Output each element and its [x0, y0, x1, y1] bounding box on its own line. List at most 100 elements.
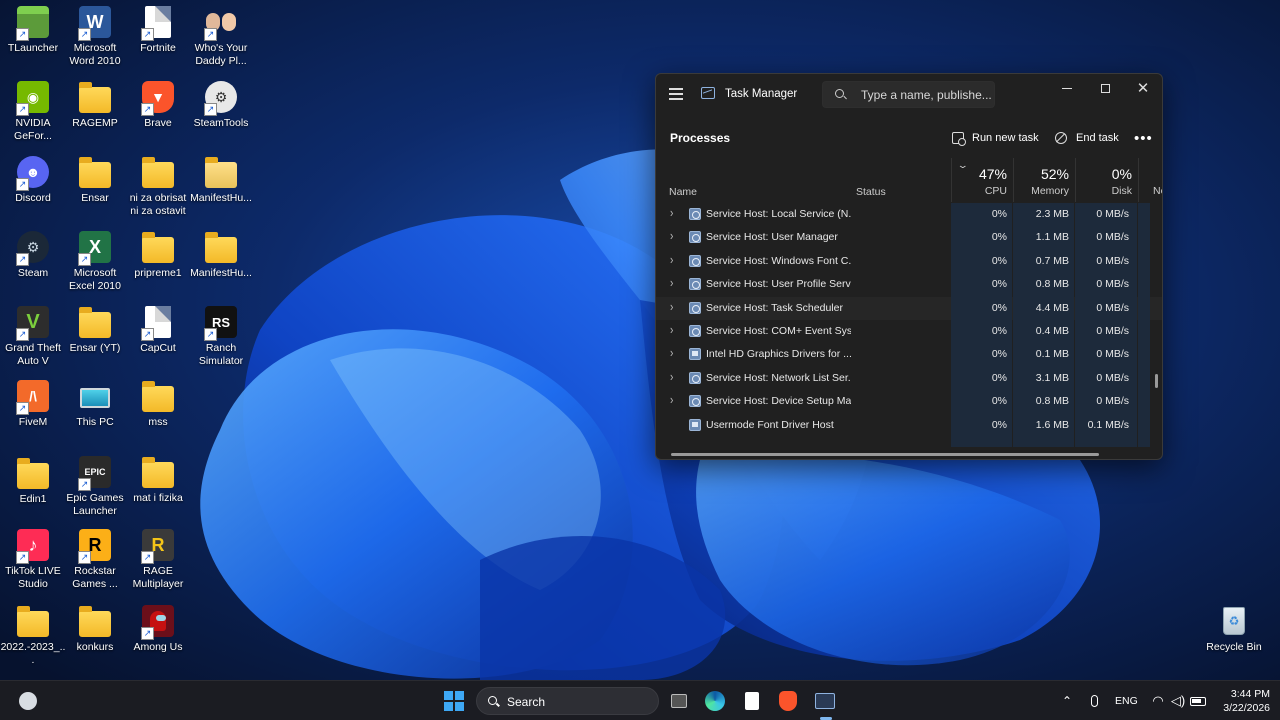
- table-row[interactable]: › Service Host: Local Service (N... 0% 2…: [656, 203, 1162, 227]
- desktop-icon-epic-games[interactable]: EPIC Epic Games Launcher: [62, 455, 128, 518]
- table-row[interactable]: › Service Host: Network List Ser... 0% 3…: [656, 366, 1162, 391]
- folder-icon: [141, 230, 175, 264]
- task-view-icon[interactable]: [667, 689, 691, 713]
- expand-chevron-icon[interactable]: ›: [670, 323, 673, 337]
- desktop-icon-recycle-bin[interactable]: ♻ Recycle Bin: [1201, 604, 1267, 654]
- battery-icon[interactable]: [1186, 689, 1210, 713]
- microphone-icon[interactable]: [1082, 689, 1106, 713]
- desktop-icon-among-us[interactable]: Among Us: [125, 604, 191, 654]
- edge-icon[interactable]: [703, 689, 727, 713]
- process-list[interactable]: › Service Host: Local Service (N... 0% 2…: [656, 203, 1162, 448]
- maximize-button[interactable]: [1086, 74, 1124, 102]
- desktop-icon-pripreme1[interactable]: pripreme1: [125, 230, 191, 280]
- title-bar[interactable]: Task Manager ✕: [656, 74, 1162, 114]
- expand-chevron-icon[interactable]: ›: [670, 300, 673, 314]
- recycle-bin-icon: ♻: [1217, 604, 1251, 638]
- file-icon[interactable]: [740, 689, 764, 713]
- chevron-up-icon[interactable]: ⌃: [1055, 689, 1079, 713]
- desktop-icon-rage-multiplayer[interactable]: R RAGE Multiplayer: [125, 528, 191, 591]
- search-box[interactable]: [822, 81, 995, 108]
- column-disk[interactable]: 0% Disk: [1075, 158, 1137, 202]
- column-status[interactable]: Status: [856, 186, 886, 198]
- horizontal-scrollbar[interactable]: [671, 453, 1099, 456]
- minimize-button[interactable]: [1048, 74, 1086, 102]
- word-icon: W: [78, 5, 112, 41]
- steam-icon: ⚙: [16, 230, 50, 266]
- table-row[interactable]: › Service Host: Device Setup Ma... 0% 0.…: [656, 390, 1162, 414]
- expand-chevron-icon[interactable]: ›: [670, 277, 673, 291]
- discord-icon: ☻: [16, 155, 50, 191]
- expand-chevron-icon[interactable]: ›: [670, 393, 673, 407]
- desktop-icon-brave[interactable]: ▼ Brave: [125, 80, 191, 130]
- close-button[interactable]: ✕: [1124, 74, 1162, 102]
- table-row[interactable]: › Intel HD Graphics Drivers for ... 0% 0…: [656, 343, 1162, 367]
- expand-chevron-icon[interactable]: ›: [670, 230, 673, 244]
- desktop-icon-rockstar[interactable]: R Rockstar Games ...: [62, 528, 128, 591]
- desktop-icon-discord[interactable]: ☻ Discord: [0, 155, 66, 205]
- desktop-icon-manifesthu-1[interactable]: ManifestHu...: [188, 155, 254, 205]
- column-cpu[interactable]: 47% CPU: [951, 158, 1012, 202]
- table-row-partial[interactable]: [656, 436, 1162, 447]
- desktop-icon-word[interactable]: W Microsoft Word 2010: [62, 5, 128, 68]
- desktop-icon-fivem[interactable]: /\ FiveM: [0, 379, 66, 429]
- folder-icon: [141, 379, 175, 413]
- end-task-button[interactable]: End task: [1055, 126, 1119, 150]
- taskbar-search[interactable]: Search: [476, 687, 659, 715]
- desktop-icon-gta-v[interactable]: V Grand Theft Auto V: [0, 305, 66, 368]
- desktop-icon-fortnite[interactable]: Fortnite: [125, 5, 191, 55]
- widgets-weather-icon[interactable]: [16, 689, 40, 713]
- start-button[interactable]: [442, 689, 466, 713]
- desktop-icon-ni-za-obrisat[interactable]: ni za obrisat ni za ostavit: [125, 155, 191, 218]
- desktop-icon-nvidia[interactable]: ◉ NVIDIA GeFor...: [0, 80, 66, 143]
- folder-icon: [78, 80, 112, 114]
- desktop-icon-this-pc[interactable]: This PC: [62, 379, 128, 429]
- column-name[interactable]: Name: [669, 186, 697, 198]
- expand-chevron-icon[interactable]: ›: [670, 370, 673, 384]
- vertical-scrollbar[interactable]: [1155, 374, 1158, 388]
- desktop-icon-manifesthu-2[interactable]: ManifestHu...: [188, 230, 254, 280]
- search-icon: [835, 89, 844, 98]
- language-indicator[interactable]: ENG: [1115, 695, 1138, 707]
- desktop-icon-capcut[interactable]: CapCut: [125, 305, 191, 355]
- task-manager-taskbar-icon[interactable]: [813, 689, 837, 713]
- desktop-icon-ranch-simulator[interactable]: RS Ranch Simulator: [188, 305, 254, 368]
- service-host-icon: [689, 371, 701, 384]
- expand-chevron-icon[interactable]: ›: [670, 347, 673, 361]
- table-row[interactable]: Usermode Font Driver Host 0% 1.6 MB 0.1 …: [656, 413, 1162, 437]
- gta-v-icon: V: [16, 305, 50, 341]
- expand-chevron-icon[interactable]: ›: [670, 206, 673, 220]
- desktop-icon-mat-i-fizika[interactable]: mat i fizika: [125, 455, 191, 505]
- desktop-icon-tlauncher[interactable]: TLauncher: [0, 5, 66, 55]
- desktop-icon-mss[interactable]: mss: [125, 379, 191, 429]
- search-input[interactable]: [861, 87, 991, 103]
- file-icon: [141, 305, 175, 341]
- desktop-icon-2022-2023[interactable]: 2022.-2023_...: [0, 604, 66, 667]
- more-options-button[interactable]: •••: [1134, 126, 1153, 150]
- desktop-icon-konkurs[interactable]: konkurs: [62, 604, 128, 654]
- table-row[interactable]: › Service Host: User Profile Servi... 0%…: [656, 273, 1162, 297]
- desktop-icon-steamtools[interactable]: ⚙ SteamTools: [188, 80, 254, 130]
- page-title: Processes: [670, 131, 731, 145]
- desktop-icon-steam[interactable]: ⚙ Steam: [0, 230, 66, 280]
- hamburger-menu-icon[interactable]: [669, 88, 683, 100]
- column-memory[interactable]: 52% Memory: [1013, 158, 1074, 202]
- clock[interactable]: 3:44 PM 3/22/2026: [1210, 687, 1270, 715]
- task-manager-window[interactable]: Task Manager ✕ Processes Run new task En…: [655, 73, 1163, 460]
- desktop-icon-ragemp[interactable]: RAGEMP: [62, 80, 128, 130]
- desktop-icon-ensar[interactable]: Ensar: [62, 155, 128, 205]
- desktop-icon-tiktok-live[interactable]: ♪ TikTok LIVE Studio: [0, 528, 66, 591]
- table-row[interactable]: › Service Host: User Manager 0% 1.1 MB 0…: [656, 226, 1162, 250]
- desktop-icon-edin1[interactable]: Edin1: [0, 456, 66, 506]
- file-icon: [141, 5, 175, 41]
- service-host-icon: [689, 254, 701, 267]
- table-row[interactable]: › Service Host: COM+ Event Syst... 0% 0.…: [656, 319, 1162, 344]
- table-row[interactable]: › Service Host: Task Scheduler 0% 4.4 MB…: [656, 296, 1162, 320]
- desktop-icon-excel[interactable]: X Microsoft Excel 2010: [62, 230, 128, 293]
- table-row[interactable]: › Service Host: Windows Font C... 0% 0.7…: [656, 249, 1162, 274]
- brave-icon[interactable]: [776, 689, 800, 713]
- run-new-task-button[interactable]: Run new task: [952, 126, 1039, 150]
- desktop-icon-ensar-yt[interactable]: Ensar (YT): [62, 305, 128, 355]
- column-network[interactable]: Ne: [1138, 158, 1162, 202]
- expand-chevron-icon[interactable]: ›: [670, 253, 673, 267]
- desktop-icon-whos-your-daddy[interactable]: Who's Your Daddy Pl...: [188, 5, 254, 68]
